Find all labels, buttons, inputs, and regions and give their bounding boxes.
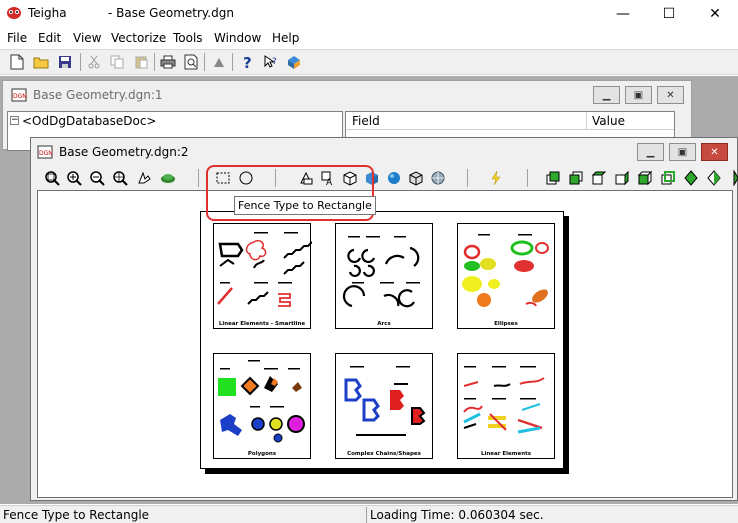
tree-root-node[interactable]: <OdDgDatabaseDoc>: [22, 114, 156, 128]
panel-ellipses: Ellipses: [457, 223, 555, 329]
panel-caption: Ellipses: [494, 321, 518, 327]
view-iso-se-icon[interactable]: [705, 169, 723, 187]
window-2-restore-button[interactable]: ▣: [669, 143, 696, 161]
linear-elements-drawing: [463, 366, 545, 434]
save-icon[interactable]: [56, 53, 74, 71]
menu-file[interactable]: File: [7, 31, 27, 45]
menu-tools[interactable]: Tools: [173, 31, 203, 45]
status-bar: Fence Type to Rectangle Loading Time: 0.…: [0, 505, 738, 523]
zoom-extents-icon[interactable]: [43, 169, 61, 187]
open-folder-icon[interactable]: [32, 53, 50, 71]
help-icon[interactable]: ?: [238, 53, 256, 71]
render-icon[interactable]: [285, 53, 303, 71]
cut-icon[interactable]: [85, 53, 103, 71]
pan-icon[interactable]: [135, 169, 153, 187]
context-help-icon[interactable]: ?: [262, 53, 280, 71]
window-1-minimize-button[interactable]: ▁: [593, 86, 620, 104]
grid-header-field[interactable]: Field: [352, 114, 380, 128]
minimize-button[interactable]: —: [600, 0, 646, 28]
close-button[interactable]: ✕: [692, 0, 738, 28]
dgn-document-icon: DGN: [37, 145, 53, 159]
svg-text:DGN: DGN: [39, 150, 53, 157]
hidden-line-icon[interactable]: [407, 169, 425, 187]
polygons-drawing: [218, 360, 305, 443]
gouraud-sphere-icon[interactable]: [385, 169, 403, 187]
panel-linear-smartline: Linear Elements - Smartline: [213, 223, 313, 329]
view-left-icon[interactable]: [590, 169, 608, 187]
print-icon[interactable]: [159, 53, 177, 71]
panel-complex-chains-shapes: Complex Chains/Shapes: [335, 353, 433, 459]
copy-icon[interactable]: [108, 53, 126, 71]
view-top-icon[interactable]: [544, 169, 562, 187]
zoom-out-icon[interactable]: [88, 169, 106, 187]
wizard-icon[interactable]: [210, 53, 228, 71]
ellipses-drawing: [462, 234, 549, 307]
teigha-app-window: Teigha - Base Geometry.dgn — ☐ ✕ File Ed…: [0, 0, 738, 523]
drawing-sheet[interactable]: Linear Elements - Smartline Arcs Ellipse…: [200, 211, 564, 469]
view-bottom-icon[interactable]: [567, 169, 585, 187]
new-file-icon[interactable]: [8, 53, 26, 71]
panel-polygons: Polygons: [213, 353, 311, 459]
zoom-window-icon[interactable]: [111, 169, 129, 187]
arcs-drawing: [342, 236, 420, 308]
panel-caption: Linear Elements - Smartline: [218, 321, 306, 327]
menu-view[interactable]: View: [73, 31, 101, 45]
window-1-title: Base Geometry.dgn:1: [33, 88, 163, 102]
window-2-close-button[interactable]: ✕: [701, 143, 728, 161]
svg-text:?: ?: [243, 54, 252, 70]
view-right-icon[interactable]: [613, 169, 631, 187]
panel-caption: Arcs: [377, 321, 391, 327]
window-2-title-bar[interactable]: DGN Base Geometry.dgn:2 ▁ ▣ ✕: [31, 138, 737, 166]
panel-caption: Polygons: [247, 451, 277, 457]
orbit-icon[interactable]: [159, 169, 177, 187]
dgn-document-icon: DGN: [11, 88, 27, 102]
panel-linear-elements: Linear Elements: [457, 353, 555, 459]
maximize-button[interactable]: ☐: [646, 0, 692, 28]
document-title: - Base Geometry.dgn: [108, 6, 234, 20]
panel-arcs: Arcs: [335, 223, 433, 329]
print-preview-icon[interactable]: [182, 53, 200, 71]
globe-render-icon[interactable]: [429, 169, 447, 187]
window-2-title: Base Geometry.dgn:2: [59, 145, 189, 159]
grid-header-value[interactable]: Value: [592, 114, 625, 128]
view-toolbar: A: [31, 166, 738, 190]
view-front-icon[interactable]: [636, 169, 654, 187]
view-back-icon[interactable]: [659, 169, 677, 187]
grid-header: Field Value: [346, 112, 674, 130]
window-2-minimize-button[interactable]: ▁: [637, 143, 664, 161]
view-iso-sw-icon[interactable]: [682, 169, 700, 187]
menu-window[interactable]: Window: [214, 31, 261, 45]
status-message: Fence Type to Rectangle: [3, 508, 150, 522]
menu-bar: File Edit View Vectorize Tools Window He…: [0, 28, 738, 48]
tree-collapse-icon[interactable]: −: [10, 116, 19, 125]
view-iso-ne-icon[interactable]: [725, 169, 738, 187]
paste-icon[interactable]: [132, 53, 150, 71]
panel-caption: Complex Chains/Shapes: [347, 451, 421, 457]
window-1-close-button[interactable]: ✕: [657, 86, 684, 104]
svg-text:DGN: DGN: [13, 93, 27, 100]
main-toolbar: ? ?: [0, 49, 738, 75]
zoom-in-icon[interactable]: [65, 169, 83, 187]
regenerate-icon[interactable]: [487, 169, 505, 187]
app-title: Teigha: [28, 6, 67, 20]
title-bar: Teigha - Base Geometry.dgn — ☐ ✕: [0, 0, 738, 28]
smartline-drawing: [217, 232, 313, 307]
window-1-title-bar[interactable]: DGN Base Geometry.dgn:1 ▁ ▣ ✕: [3, 81, 691, 109]
fence-tooltip: Fence Type to Rectangle: [234, 196, 376, 215]
menu-help[interactable]: Help: [272, 31, 299, 45]
complex-chains-drawing: [344, 366, 426, 436]
menu-vectorize[interactable]: Vectorize: [111, 31, 166, 45]
svg-text:?: ?: [272, 57, 277, 67]
panel-caption: Linear Elements: [480, 451, 532, 457]
window-1-restore-button[interactable]: ▣: [625, 86, 652, 104]
teigha-logo-icon: [7, 7, 21, 19]
menu-edit[interactable]: Edit: [38, 31, 61, 45]
status-loading-time: Loading Time: 0.060304 sec.: [370, 508, 544, 522]
